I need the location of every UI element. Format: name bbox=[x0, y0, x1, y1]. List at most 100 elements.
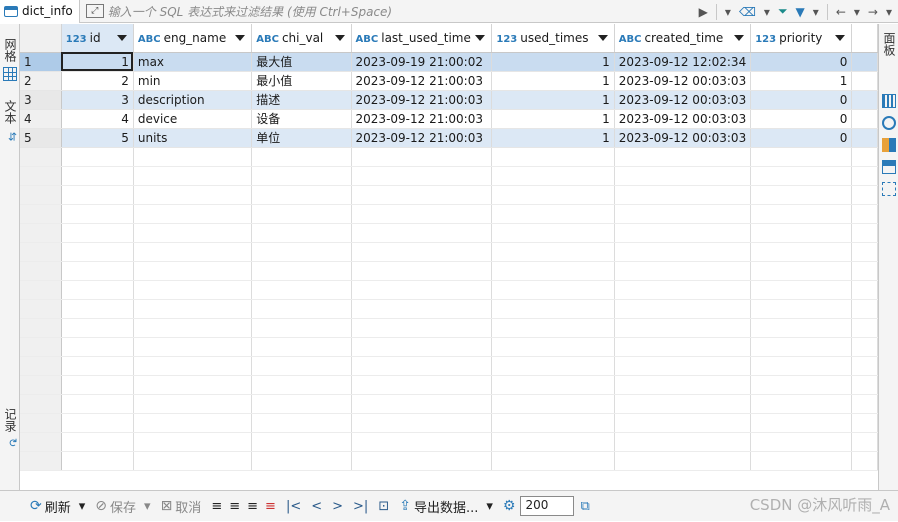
gear-icon[interactable]: ⚙ bbox=[503, 498, 516, 514]
cell-used-times[interactable]: 1 bbox=[491, 128, 615, 148]
sort-arrow-icon[interactable] bbox=[597, 35, 608, 41]
cell-used-times[interactable]: 1 bbox=[491, 109, 615, 129]
cell-chi-val[interactable]: 最小值 bbox=[251, 71, 352, 91]
cell-last-used-time[interactable]: 2023-09-19 21:00:02 bbox=[351, 52, 493, 72]
refresh-button[interactable]: ⟳ 刷新 ▾ bbox=[0, 491, 90, 522]
edit-row-icon[interactable]: ≡ bbox=[211, 499, 222, 514]
sort-arrow-icon[interactable] bbox=[734, 35, 745, 41]
filter-icon[interactable]: ▼ bbox=[796, 5, 805, 19]
cell-id[interactable]: 3 bbox=[61, 90, 134, 110]
table-row[interactable]: 2 2 min 最小值 2023-09-12 21:00:03 1 2023-09-12 0… bbox=[20, 71, 878, 91]
tab-grid[interactable]: 网格 bbox=[1, 38, 19, 62]
first-page-icon[interactable]: |< bbox=[286, 499, 301, 514]
cell-eng-name[interactable]: device bbox=[133, 109, 253, 129]
cell-created-time[interactable]: 2023-09-12 00:03:03 bbox=[614, 71, 752, 91]
export-dropdown-icon[interactable]: ▾ bbox=[486, 499, 493, 514]
cell-priority[interactable]: 0 bbox=[750, 90, 853, 110]
cell-chi-val[interactable]: 设备 bbox=[251, 109, 352, 129]
forward-icon[interactable]: → bbox=[868, 5, 878, 19]
tab-record[interactable]: 记录 bbox=[1, 408, 19, 432]
metadata-panel-icon[interactable] bbox=[882, 116, 896, 130]
cell-chi-val[interactable]: 最大值 bbox=[251, 52, 352, 72]
sort-arrow-icon[interactable] bbox=[235, 35, 246, 41]
sort-arrow-icon[interactable] bbox=[116, 35, 127, 41]
cell-id[interactable]: 4 bbox=[61, 109, 134, 129]
back-icon[interactable]: ← bbox=[836, 5, 846, 19]
cell-chi-val[interactable]: 单位 bbox=[251, 128, 352, 148]
cell-priority[interactable]: 0 bbox=[750, 52, 853, 72]
cell-eng-name[interactable]: min bbox=[133, 71, 253, 91]
column-header-last-used-time[interactable]: ABC last_used_time bbox=[351, 24, 493, 53]
cell-last-used-time[interactable]: 2023-09-12 21:00:03 bbox=[351, 71, 493, 91]
cell-created-time[interactable]: 2023-09-12 12:02:34 bbox=[614, 52, 752, 72]
row-number[interactable]: 4 bbox=[20, 109, 62, 129]
column-header-eng-name[interactable]: ABC eng_name bbox=[133, 24, 253, 53]
apply-filter-icon[interactable]: ▶ bbox=[699, 5, 708, 19]
history-dropdown-icon[interactable]: ▾ bbox=[725, 5, 731, 19]
cell-id[interactable]: 1 bbox=[61, 52, 134, 72]
tab-text[interactable]: 文本 bbox=[1, 100, 19, 124]
export-data-button[interactable]: ⇪ 导出数据... ▾ bbox=[394, 491, 498, 522]
cell-priority[interactable]: 1 bbox=[750, 71, 853, 91]
text-view-icon[interactable]: ⇆ bbox=[1, 132, 19, 141]
column-header-priority[interactable]: 123 priority bbox=[750, 24, 853, 53]
back-dropdown-icon[interactable]: ▾ bbox=[854, 5, 860, 19]
expand-filter-icon[interactable]: ⤢ bbox=[85, 4, 104, 18]
row-number[interactable]: 3 bbox=[20, 90, 62, 110]
row-number[interactable]: 5 bbox=[20, 128, 62, 148]
eraser-icon[interactable]: ⌫ bbox=[739, 5, 756, 19]
record-view-icon[interactable]: ↻ bbox=[1, 438, 19, 447]
cell-used-times[interactable]: 1 bbox=[491, 71, 615, 91]
cell-last-used-time[interactable]: 2023-09-12 21:00:03 bbox=[351, 109, 493, 129]
fetch-size-input[interactable]: 200 bbox=[520, 496, 575, 516]
references-panel-icon[interactable] bbox=[882, 182, 896, 196]
table-row[interactable]: 3 3 description 描述 2023-09-12 21:00:03 1 2023-… bbox=[20, 90, 878, 110]
cell-id[interactable]: 2 bbox=[61, 71, 134, 91]
previous-page-icon[interactable]: < bbox=[311, 499, 322, 514]
column-header-id[interactable]: 123 id bbox=[61, 24, 134, 53]
filter-settings-icon[interactable]: ⏷ bbox=[778, 4, 788, 19]
eraser-dropdown-icon[interactable]: ▾ bbox=[764, 5, 770, 19]
forward-dropdown-icon[interactable]: ▾ bbox=[886, 5, 892, 19]
cancel-button[interactable]: ⊠ 取消 bbox=[156, 491, 207, 522]
grouping-panel-icon[interactable] bbox=[882, 160, 896, 174]
refresh-dropdown-icon[interactable]: ▾ bbox=[79, 499, 86, 514]
column-header-created-time[interactable]: ABC created_time bbox=[614, 24, 752, 53]
value-panel-icon[interactable] bbox=[882, 94, 896, 108]
column-header-used-times[interactable]: 123 used_times bbox=[491, 24, 615, 53]
filter-input[interactable]: 输入一个 SQL 表达式来过滤结果 (使用 Ctrl+Space) bbox=[108, 3, 668, 20]
sort-arrow-icon[interactable] bbox=[334, 35, 345, 41]
cell-priority[interactable]: 0 bbox=[750, 128, 853, 148]
cell-last-used-time[interactable]: 2023-09-12 21:00:03 bbox=[351, 128, 493, 148]
cell-created-time[interactable]: 2023-09-12 00:03:03 bbox=[614, 109, 752, 129]
tab-panels[interactable]: 面板 bbox=[880, 32, 898, 56]
table-tab[interactable]: dict_info bbox=[0, 0, 80, 23]
add-row-icon[interactable]: ≡ bbox=[229, 499, 240, 514]
fetch-all-icon[interactable]: ⊡ bbox=[378, 499, 389, 514]
cell-used-times[interactable]: 1 bbox=[491, 52, 615, 72]
sort-arrow-icon[interactable] bbox=[475, 35, 486, 41]
cell-chi-val[interactable]: 描述 bbox=[251, 90, 352, 110]
table-row[interactable]: 1 1 max 最大值 2023-09-19 21:00:02 1 2023-09-12 1… bbox=[20, 52, 878, 72]
sort-arrow-icon[interactable] bbox=[835, 35, 846, 41]
table-row[interactable]: 5 5 units 单位 2023-09-12 21:00:03 1 2023-09-12 … bbox=[20, 128, 878, 148]
save-dropdown-icon[interactable]: ▾ bbox=[144, 499, 151, 514]
aggregate-panel-icon[interactable] bbox=[882, 138, 896, 152]
cell-last-used-time[interactable]: 2023-09-12 21:00:03 bbox=[351, 90, 493, 110]
copy-row-icon[interactable]: ≡ bbox=[247, 499, 258, 514]
rows-count-icon[interactable]: ⧉ bbox=[580, 499, 589, 514]
save-button[interactable]: ⊘ 保存 ▾ bbox=[90, 491, 155, 522]
cell-eng-name[interactable]: units bbox=[133, 128, 253, 148]
table-row[interactable]: 4 4 device 设备 2023-09-12 21:00:03 1 2023-09-12… bbox=[20, 109, 878, 129]
cell-created-time[interactable]: 2023-09-12 00:03:03 bbox=[614, 90, 752, 110]
cell-eng-name[interactable]: description bbox=[133, 90, 253, 110]
column-header-chi-val[interactable]: ABC chi_val bbox=[251, 24, 352, 53]
filter-dropdown-icon[interactable]: ▾ bbox=[813, 5, 819, 19]
cell-eng-name[interactable]: max bbox=[133, 52, 253, 72]
next-page-icon[interactable]: > bbox=[332, 499, 343, 514]
row-number[interactable]: 2 bbox=[20, 71, 62, 91]
cell-created-time[interactable]: 2023-09-12 00:03:03 bbox=[614, 128, 752, 148]
cell-priority[interactable]: 0 bbox=[750, 109, 853, 129]
last-page-icon[interactable]: >| bbox=[353, 499, 368, 514]
cell-used-times[interactable]: 1 bbox=[491, 90, 615, 110]
